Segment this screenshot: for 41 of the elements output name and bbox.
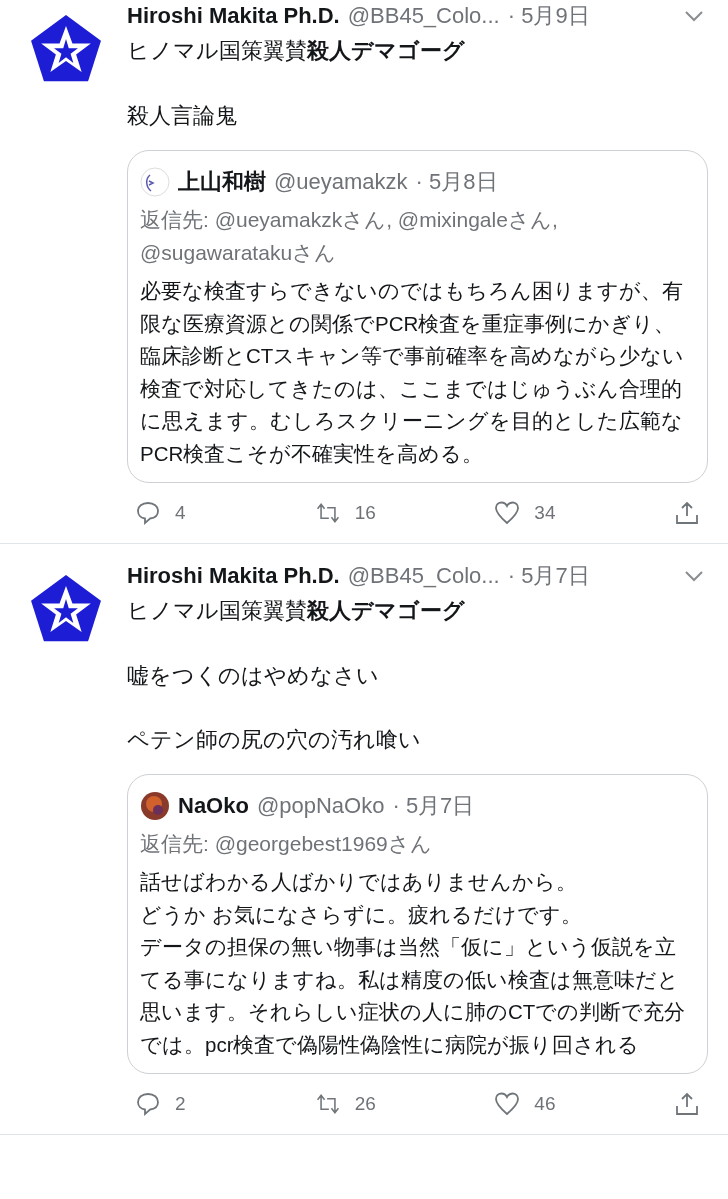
reply-to-text: 返信先: @georgebest1969さん [140,831,433,857]
share-icon[interactable] [674,1091,700,1117]
author-handle: @BB45_Colo... [347,3,500,29]
heart-icon[interactable] [494,500,521,526]
tweet-date[interactable]: · 5月7日 [507,561,590,591]
quoted-author-name: 上山和樹 [178,168,266,196]
author-name[interactable]: Hiroshi Makita Ph.D. [127,563,340,589]
reply-to-text: 返信先: @ueyamakzkさん, @mixingaleさん, @sugawaratakuさん [140,207,559,266]
quoted-author-handle: @popNaOko [256,793,385,819]
avatar-icon [140,167,170,197]
author-name-line: ヒノマル国策翼賛殺人デマゴーグ [127,37,466,65]
quoted-tweet-text: 必要な検査すらできないのではもちろん困りますが、有限な医療資源との関係でPCR検査を重症事例にかぎり、臨床診断とCTスキャン等で事前確率を高めながら少ない検査で対応してきたのは、ここまではじゅうぶん合理的に思えます。むしろスクリーニングを目的とした広範なPCR検査こそが不確実性を高める。 [140,278,686,467]
share-icon[interactable] [674,500,700,526]
retweet-count: 16 [354,502,376,524]
like-count: 34 [534,502,556,524]
tweet-text: 嘘をつくのはやめなさい [127,662,380,690]
reply-count: 2 [175,1093,186,1115]
heart-icon[interactable] [494,1091,521,1117]
like-count: 46 [534,1093,556,1115]
tweet-text: 殺人言論鬼 [127,102,238,130]
quoted-author-handle: @ueyamakzk [274,169,408,195]
quoted-tweet-text: 話せばわかる人ばかりではありませんから。 [140,869,578,895]
quoted-tweet-date: · 5月7日 [392,792,475,820]
tweet-date[interactable]: · 5月9日 [507,1,590,31]
reply-count: 4 [175,502,186,524]
quoted-tweet-text: データの担保の無い物事は当然「仮に」という仮説を立てる事になりますね。私は精度の低い検査は無意味だと思います。それらしい症状の人に肺のCTでの判断で充分では。pcr検査で偽陽性偽陰性に病院が振り回される [140,934,687,1058]
author-name[interactable]: Hiroshi Makita Ph.D. [127,3,340,29]
quoted-tweet-text: どうか お気になさらずに。疲れるだけです。 [140,901,583,928]
retweet-count: 26 [354,1093,376,1115]
quoted-tweet-card[interactable]: NaOko @popNaOko · 5月7日 返信先: @georgebest1969さん 話せばわかる人ばかりではありませんから。 どうか お気になさらずに。疲れるだけです。 データの担保の無い物事は当然「仮に」という仮説を立てる事になりますね。私は精度の低い検査は無意味だと思います。それらしい症状の人に肺のCTでの判断で充分では。pcr検査で偽陽性偽陰性に病院が振り回される [127,774,708,1074]
tweet-text: ペテン師の尻の穴の汚れ喰い [127,726,422,754]
caret-icon[interactable] [684,10,704,22]
quoted-tweet-card[interactable] [127,150,708,483]
reply-icon[interactable] [135,500,161,526]
caret-icon[interactable] [684,570,704,582]
quoted-tweet-date: · 5月8日 [415,168,498,196]
author-handle: @BB45_Colo... [347,563,500,589]
author-name-line: ヒノマル国策翼賛殺人デマゴーグ [127,597,466,625]
reply-icon[interactable] [135,1091,161,1117]
quoted-author-name: NaOko [178,793,249,819]
avatar-icon [140,791,170,821]
